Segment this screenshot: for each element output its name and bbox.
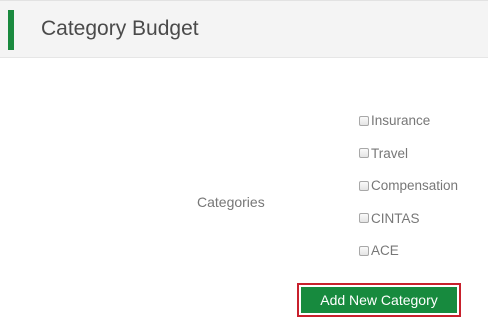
page-title: Category Budget <box>41 17 199 40</box>
checkbox-compensation[interactable] <box>359 180 369 191</box>
page-header: Category Budget <box>0 0 488 58</box>
header-accent-bar <box>8 10 14 50</box>
checkbox-label-ace: ACE <box>371 243 399 258</box>
add-category-highlight: Add New Category <box>297 283 461 317</box>
category-checkbox-insurance[interactable]: Insurance <box>359 112 484 129</box>
category-checkbox-travel[interactable]: Travel <box>359 145 484 162</box>
category-checkbox-ace[interactable]: ACE <box>359 242 484 259</box>
category-checkbox-cintas[interactable]: CINTAS <box>359 210 484 227</box>
checkbox-insurance[interactable] <box>359 115 369 126</box>
checkbox-cintas[interactable] <box>359 213 369 223</box>
checkbox-label-travel: Travel <box>371 145 409 161</box>
checkbox-label-compensation: Compensation <box>371 178 459 193</box>
category-checkbox-compensation[interactable]: Compensation <box>359 177 484 194</box>
checkbox-label-cintas: CINTAS <box>371 210 420 226</box>
checkbox-label-insurance: Insurance <box>371 113 431 128</box>
categories-label: Categories <box>197 194 265 210</box>
checkbox-ace[interactable] <box>359 245 369 256</box>
add-new-category-button[interactable]: Add New Category <box>301 287 457 313</box>
categories-checkbox-list: Insurance Travel Compensation CINTAS ACE <box>359 112 484 275</box>
checkbox-travel[interactable] <box>359 148 369 158</box>
